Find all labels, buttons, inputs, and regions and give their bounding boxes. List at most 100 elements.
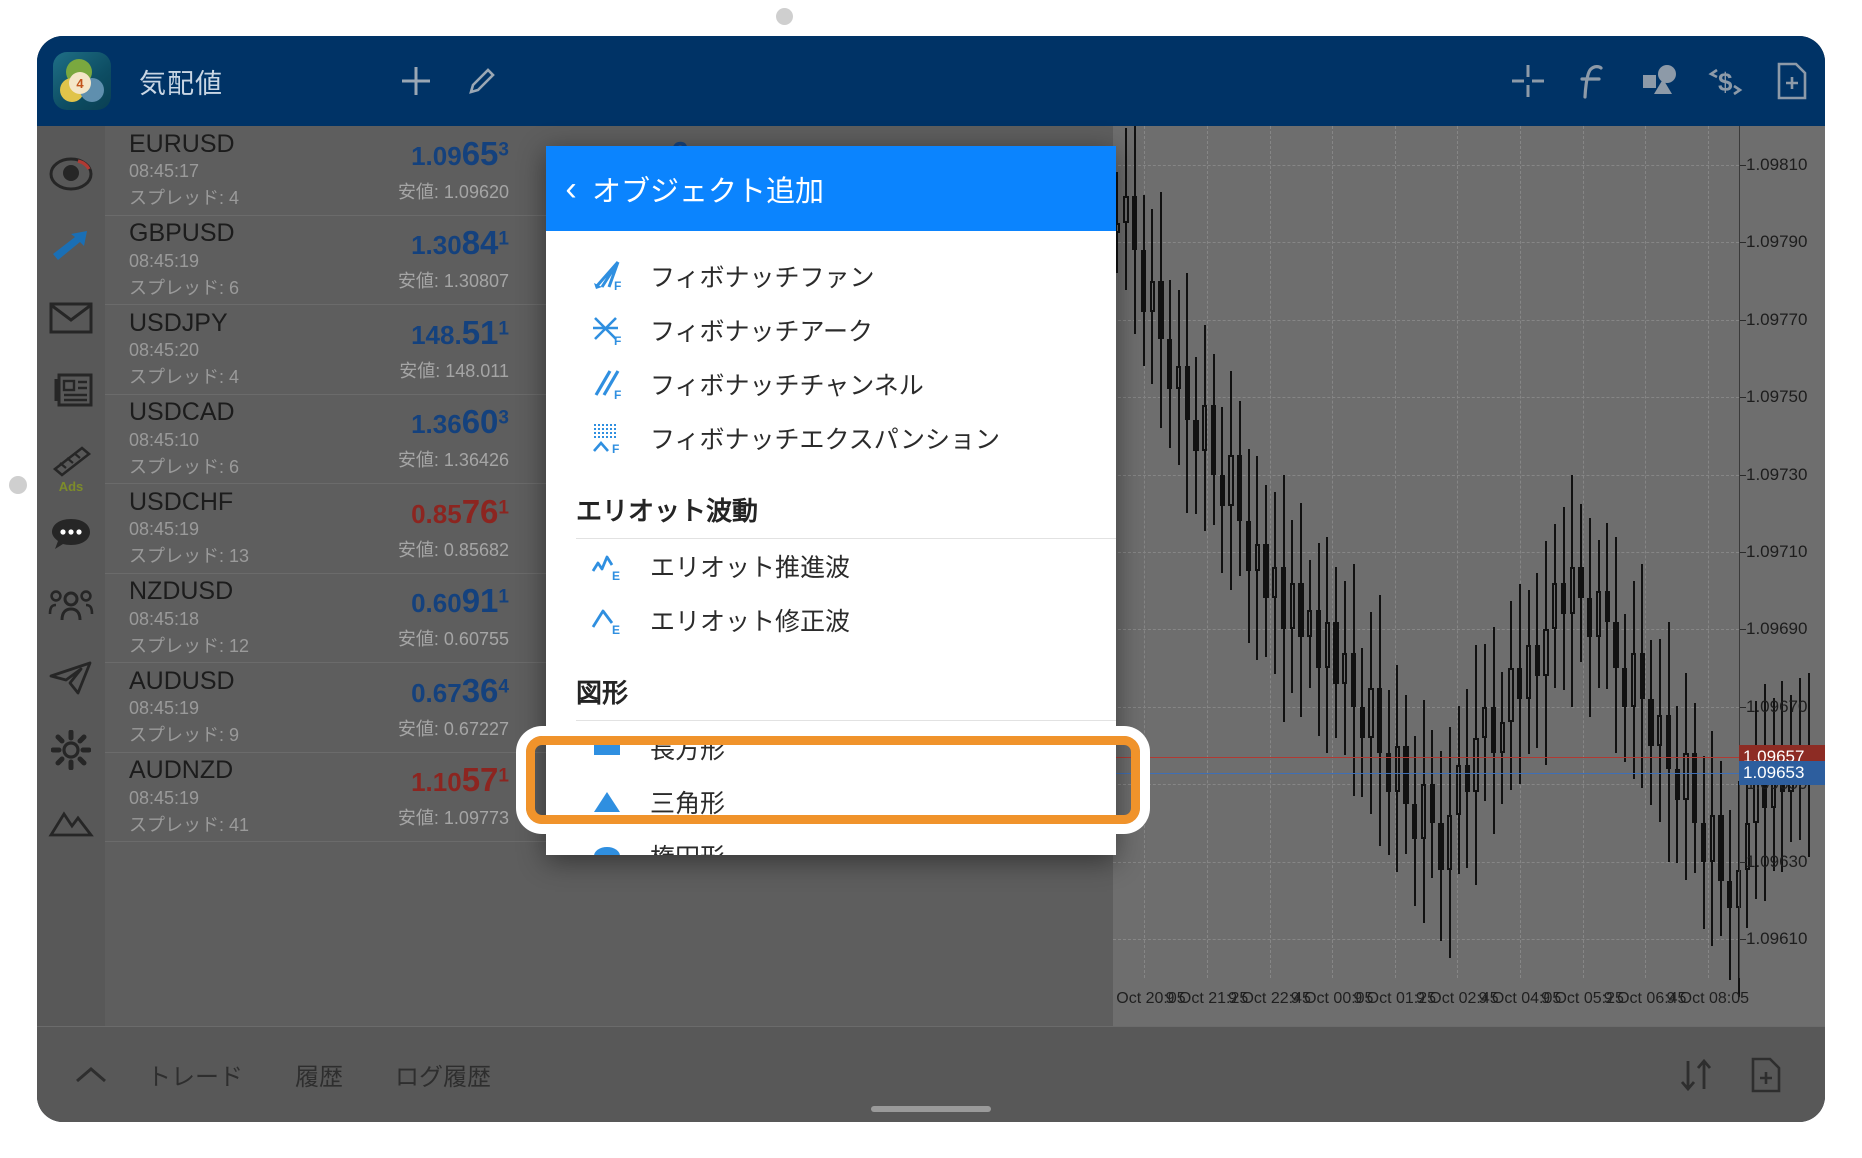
candlestick xyxy=(1176,126,1181,978)
triangle-icon xyxy=(590,785,624,819)
left-sidebar: Ads xyxy=(37,126,105,1026)
svg-text:F: F xyxy=(612,442,619,455)
sidebar-item-news[interactable] xyxy=(37,354,105,426)
symbol-cell: USDCAD08:45:10スプレッド: 6 xyxy=(129,399,329,479)
candlestick xyxy=(1228,126,1233,978)
sidebar-item-telegram[interactable] xyxy=(37,642,105,714)
dialog-item-triangle[interactable]: 三角形 xyxy=(546,775,1116,829)
chart-panel[interactable]: 1.098101.097901.097701.097501.097301.097… xyxy=(1113,126,1825,1026)
candlestick xyxy=(1666,126,1671,978)
sidebar-item-account[interactable] xyxy=(37,138,105,210)
add-symbol-icon[interactable] xyxy=(383,36,449,126)
candlestick xyxy=(1587,126,1592,978)
candlestick xyxy=(1622,126,1627,978)
back-icon[interactable]: ‹ xyxy=(554,172,588,206)
symbol-cell: USDJPY08:45:20スプレッド: 4 xyxy=(129,310,329,390)
candlestick xyxy=(1727,126,1732,978)
candlestick xyxy=(1368,126,1373,978)
sort-icon[interactable] xyxy=(1661,1058,1731,1092)
bid-cell: 0.60911安値: 0.60755 xyxy=(329,584,509,651)
dialog-item-elliott-correction[interactable]: Eエリオット修正波 xyxy=(546,593,1116,647)
candlestick xyxy=(1412,126,1417,978)
indicators-icon[interactable] xyxy=(1561,36,1627,126)
dialog-item-fibonacci-expansion[interactable]: F フィボナッチエクスパンション xyxy=(546,411,1116,465)
symbol-spread: スプレッド: 41 xyxy=(129,811,329,837)
candlestick xyxy=(1640,126,1645,978)
add-object-dialog[interactable]: ‹ オブジェクト追加 FフィボナッチファンFフィボナッチアークFフィボナッチチャ… xyxy=(546,146,1116,855)
low-price: 安値: 0.67227 xyxy=(329,715,509,741)
top-toolbar: 4 気配値 xyxy=(37,36,1825,126)
sidebar-item-about[interactable] xyxy=(37,786,105,858)
fibonacci-channel-icon: F xyxy=(590,367,624,401)
objects-icon[interactable] xyxy=(1627,36,1693,126)
sidebar-item-trade[interactable] xyxy=(37,210,105,282)
sidebar-item-mail[interactable] xyxy=(37,282,105,354)
chart-plot-area[interactable] xyxy=(1113,126,1739,978)
dialog-item-fibonacci-arc[interactable]: Fフィボナッチアーク xyxy=(546,303,1116,357)
price-tick-label: 1.09610 xyxy=(1746,929,1807,949)
candlestick xyxy=(1351,126,1356,978)
candlestick xyxy=(1526,126,1531,978)
dialog-item-fibonacci-channel[interactable]: Fフィボナッチチャンネル xyxy=(546,357,1116,411)
crosshair-icon[interactable] xyxy=(1495,36,1561,126)
new-chart-icon[interactable] xyxy=(1759,36,1825,126)
symbol-time: 08:45:19 xyxy=(129,698,329,719)
tab-log[interactable]: ログ履歴 xyxy=(369,1057,517,1092)
candlestick xyxy=(1692,126,1697,978)
svg-text:F: F xyxy=(614,334,621,347)
low-price: 安値: 148.011 xyxy=(329,357,509,383)
sidebar-item-chat[interactable] xyxy=(37,498,105,570)
candlestick xyxy=(1360,126,1365,978)
time-tick-label: 9 Oct 08:05 xyxy=(1666,990,1749,1008)
ellipse-icon xyxy=(590,839,624,855)
candlestick xyxy=(1342,126,1347,978)
fibonacci-arc-icon: F xyxy=(590,313,624,347)
sidebar-item-settings[interactable] xyxy=(37,714,105,786)
elliott-impulse-icon: E xyxy=(590,549,624,583)
symbol-time: 08:45:20 xyxy=(129,340,329,361)
bid-cell: 148.511安値: 148.011 xyxy=(329,316,509,383)
candlestick xyxy=(1430,126,1435,978)
symbol-cell: GBPUSD08:45:19スプレッド: 6 xyxy=(129,220,329,300)
svg-text:E: E xyxy=(612,623,620,637)
candlestick xyxy=(1535,126,1540,978)
price-tick-label: 1.09750 xyxy=(1746,387,1807,407)
symbol-cell: EURUSD08:45:17スプレッド: 4 xyxy=(129,131,329,211)
section-header-elliott: エリオット波動 xyxy=(546,465,1116,538)
new-order-icon[interactable] xyxy=(1731,1056,1801,1094)
candlestick xyxy=(1281,126,1286,978)
dialog-item-label: フィボナッチエクスパンション xyxy=(650,420,1000,456)
candlestick xyxy=(1141,126,1146,978)
dialog-item-elliott-impulse[interactable]: Eエリオット推進波 xyxy=(546,539,1116,593)
fibonacci-fan-icon: F xyxy=(590,259,624,293)
sidebar-item-ads[interactable]: Ads xyxy=(37,426,105,498)
candlestick xyxy=(1605,126,1610,978)
bid-price: 1.10571 xyxy=(329,763,509,796)
candlestick xyxy=(1263,126,1268,978)
candlestick xyxy=(1675,126,1680,978)
grid-line-vertical xyxy=(1645,126,1646,978)
dialog-body[interactable]: FフィボナッチファンFフィボナッチアークFフィボナッチチャンネルFフィボナッチエ… xyxy=(546,231,1116,855)
candlestick xyxy=(1255,126,1260,978)
dialog-item-ellipse[interactable]: 楕円形 xyxy=(546,829,1116,855)
bid-cell: 1.30841安値: 1.30807 xyxy=(329,226,509,293)
candlestick xyxy=(1220,126,1225,978)
tab-history[interactable]: 履歴 xyxy=(269,1057,369,1092)
trade-icon[interactable]: $ xyxy=(1693,36,1759,126)
symbol-time: 08:45:19 xyxy=(129,788,329,809)
bid-price: 1.36603 xyxy=(329,405,509,438)
symbol-time: 08:45:17 xyxy=(129,161,329,182)
tab-trade[interactable]: トレード xyxy=(121,1057,269,1092)
chevron-up-icon[interactable] xyxy=(61,1064,121,1086)
symbol-name: USDCHF xyxy=(129,489,329,517)
sidebar-item-community[interactable] xyxy=(37,570,105,642)
svg-text:F: F xyxy=(614,279,621,293)
symbol-cell: AUDUSD08:45:19スプレッド: 9 xyxy=(129,668,329,748)
symbol-spread: スプレッド: 9 xyxy=(129,721,329,747)
chart-price-axis: 1.098101.097901.097701.097501.097301.097… xyxy=(1739,126,1825,978)
edit-icon[interactable] xyxy=(449,36,515,126)
dialog-item-fibonacci-fan[interactable]: Fフィボナッチファン xyxy=(546,249,1116,303)
symbol-name: NZDUSD xyxy=(129,578,329,606)
bid-cell: 1.10571安値: 1.09773 xyxy=(329,763,509,830)
dialog-item-rectangle[interactable]: 長方形 xyxy=(546,721,1116,775)
